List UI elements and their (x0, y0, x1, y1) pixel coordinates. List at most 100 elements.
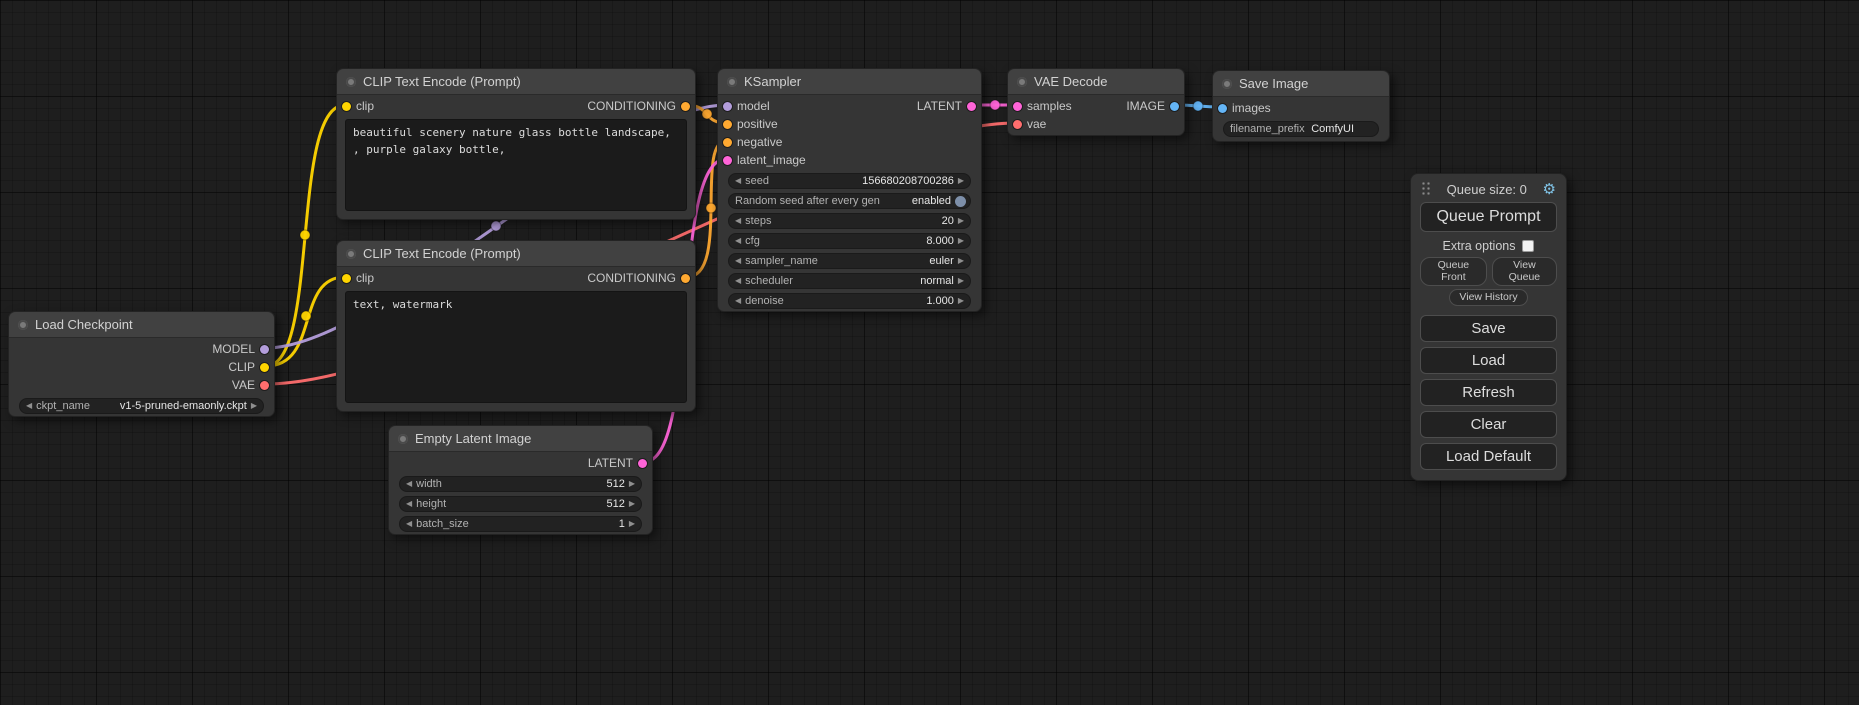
node-graph-canvas[interactable]: Load Checkpoint MODEL CLIP VAE ◀ ckpt_na… (0, 0, 1859, 705)
decrement-arrow-icon[interactable]: ◀ (406, 500, 412, 508)
drag-handle-icon[interactable] (1421, 181, 1431, 197)
output-label-conditioning: CONDITIONING (587, 99, 676, 113)
samples-input-port[interactable] (1013, 102, 1022, 111)
node-title-bar[interactable]: CLIP Text Encode (Prompt) (337, 69, 695, 95)
widget-label: width (416, 478, 442, 490)
widget-value: 156680208700286 (862, 175, 954, 187)
clip-output-port[interactable] (260, 363, 269, 372)
view-history-button[interactable]: View History (1449, 289, 1527, 306)
clip-input-port[interactable] (342, 102, 351, 111)
node-title-bar[interactable]: KSampler (718, 69, 981, 95)
history-button-row: View History (1420, 289, 1557, 306)
decrement-arrow-icon[interactable]: ◀ (406, 520, 412, 528)
increment-arrow-icon[interactable]: ▶ (629, 480, 635, 488)
increment-arrow-icon[interactable]: ▶ (958, 237, 964, 245)
steps-widget[interactable]: ◀ steps 20 ▶ (728, 213, 971, 229)
conditioning-output-port[interactable] (681, 102, 690, 111)
latent-output-port[interactable] (638, 459, 647, 468)
collapse-dot-icon[interactable] (727, 77, 737, 87)
sampler-name-widget[interactable]: ◀ sampler_name euler ▶ (728, 253, 971, 269)
settings-gear-icon[interactable]: ⚙ (1543, 182, 1556, 197)
queue-front-button[interactable]: Queue Front (1420, 257, 1487, 286)
node-title: KSampler (744, 74, 801, 89)
vae-output-port[interactable] (260, 381, 269, 390)
decrement-arrow-icon[interactable]: ◀ (735, 237, 741, 245)
view-queue-button[interactable]: View Queue (1492, 257, 1557, 286)
load-button[interactable]: Load (1420, 347, 1557, 374)
output-row-latent: LATENT (389, 454, 652, 472)
seed-widget[interactable]: ◀ seed 156680208700286 ▶ (728, 173, 971, 189)
latent-output-port[interactable] (967, 102, 976, 111)
decrement-arrow-icon[interactable]: ◀ (735, 217, 741, 225)
node-clip-text-encode-negative[interactable]: CLIP Text Encode (Prompt) clip CONDITION… (336, 240, 696, 412)
refresh-button[interactable]: Refresh (1420, 379, 1557, 406)
model-input-port[interactable] (723, 102, 732, 111)
scheduler-widget[interactable]: ◀ scheduler normal ▶ (728, 273, 971, 289)
output-label-model: MODEL (212, 342, 255, 356)
node-title-bar[interactable]: VAE Decode (1008, 69, 1184, 95)
decrement-arrow-icon[interactable]: ◀ (735, 297, 741, 305)
node-title-bar[interactable]: Load Checkpoint (9, 312, 274, 338)
widget-label: steps (745, 215, 771, 227)
node-ksampler[interactable]: KSampler model LATENT positive negative … (717, 68, 982, 312)
negative-prompt-textarea[interactable]: text, watermark (345, 291, 687, 403)
collapse-dot-icon[interactable] (346, 249, 356, 259)
queue-prompt-button[interactable]: Queue Prompt (1420, 202, 1557, 232)
node-title-bar[interactable]: CLIP Text Encode (Prompt) (337, 241, 695, 267)
positive-prompt-textarea[interactable]: beautiful scenery nature glass bottle la… (345, 119, 687, 211)
decrement-arrow-icon[interactable]: ◀ (406, 480, 412, 488)
conditioning-output-port[interactable] (681, 274, 690, 283)
clear-button[interactable]: Clear (1420, 411, 1557, 438)
node-title: CLIP Text Encode (Prompt) (363, 246, 521, 261)
collapse-dot-icon[interactable] (1017, 77, 1027, 87)
node-empty-latent-image[interactable]: Empty Latent Image LATENT ◀ width 512 ▶ … (388, 425, 653, 535)
filename-prefix-widget[interactable]: filename_prefix ComfyUI (1223, 121, 1379, 137)
node-save-image[interactable]: Save Image images filename_prefix ComfyU… (1212, 70, 1390, 142)
increment-arrow-icon[interactable]: ▶ (958, 297, 964, 305)
vae-input-port[interactable] (1013, 120, 1022, 129)
height-widget[interactable]: ◀ height 512 ▶ (399, 496, 642, 512)
comfy-menu-panel[interactable]: Queue size: 0 ⚙ Queue Prompt Extra optio… (1410, 173, 1567, 481)
link-midpoint-dot (300, 230, 310, 240)
cfg-widget[interactable]: ◀ cfg 8.000 ▶ (728, 233, 971, 249)
widget-label: cfg (745, 235, 760, 247)
ckpt-name-widget[interactable]: ◀ ckpt_name v1-5-pruned-emaonly.ckpt ▶ (19, 398, 264, 414)
increment-arrow-icon[interactable]: ▶ (629, 500, 635, 508)
port-row: clip CONDITIONING (337, 97, 695, 115)
image-output-port[interactable] (1170, 102, 1179, 111)
negative-input-port[interactable] (723, 138, 732, 147)
collapse-dot-icon[interactable] (346, 77, 356, 87)
node-clip-text-encode-positive[interactable]: CLIP Text Encode (Prompt) clip CONDITION… (336, 68, 696, 220)
increment-arrow-icon[interactable]: ▶ (958, 177, 964, 185)
node-vae-decode[interactable]: VAE Decode samples IMAGE vae (1007, 68, 1185, 136)
latent-image-input-port[interactable] (723, 156, 732, 165)
extra-options-checkbox[interactable] (1522, 240, 1534, 252)
prev-value-arrow-icon[interactable]: ◀ (735, 257, 741, 265)
decrement-arrow-icon[interactable]: ◀ (735, 177, 741, 185)
prev-value-arrow-icon[interactable]: ◀ (26, 402, 32, 410)
port-row: positive (718, 115, 981, 133)
load-default-button[interactable]: Load Default (1420, 443, 1557, 470)
node-title-bar[interactable]: Save Image (1213, 71, 1389, 97)
node-title-bar[interactable]: Empty Latent Image (389, 426, 652, 452)
images-input-port[interactable] (1218, 104, 1227, 113)
node-load-checkpoint[interactable]: Load Checkpoint MODEL CLIP VAE ◀ ckpt_na… (8, 311, 275, 417)
model-output-port[interactable] (260, 345, 269, 354)
next-value-arrow-icon[interactable]: ▶ (958, 277, 964, 285)
batch-size-widget[interactable]: ◀ batch_size 1 ▶ (399, 516, 642, 532)
collapse-dot-icon[interactable] (18, 320, 28, 330)
toggle-knob-icon[interactable] (955, 196, 966, 207)
prev-value-arrow-icon[interactable]: ◀ (735, 277, 741, 285)
denoise-widget[interactable]: ◀ denoise 1.000 ▶ (728, 293, 971, 309)
positive-input-port[interactable] (723, 120, 732, 129)
collapse-dot-icon[interactable] (398, 434, 408, 444)
increment-arrow-icon[interactable]: ▶ (958, 217, 964, 225)
next-value-arrow-icon[interactable]: ▶ (251, 402, 257, 410)
clip-input-port[interactable] (342, 274, 351, 283)
next-value-arrow-icon[interactable]: ▶ (958, 257, 964, 265)
width-widget[interactable]: ◀ width 512 ▶ (399, 476, 642, 492)
collapse-dot-icon[interactable] (1222, 79, 1232, 89)
random-seed-toggle-widget[interactable]: Random seed after every gen enabled (728, 193, 971, 209)
increment-arrow-icon[interactable]: ▶ (629, 520, 635, 528)
save-button[interactable]: Save (1420, 315, 1557, 342)
